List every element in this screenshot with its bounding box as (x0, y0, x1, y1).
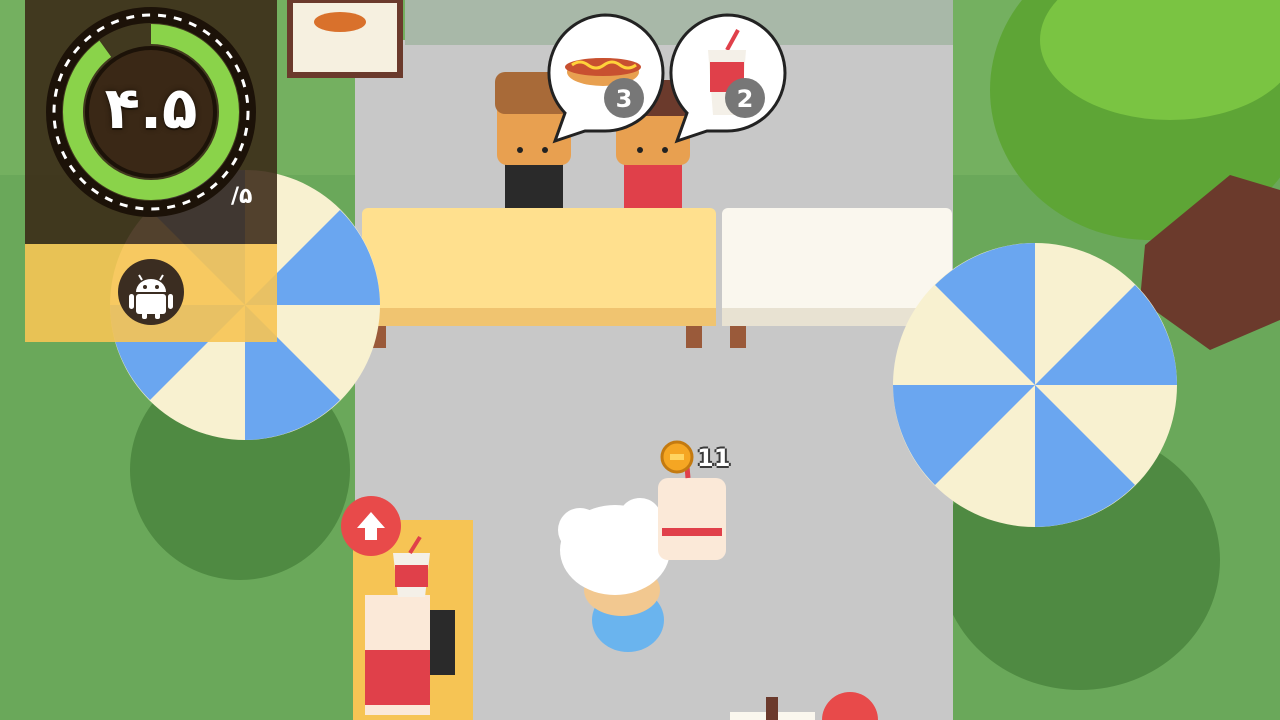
order-count: 3 (616, 85, 633, 113)
upgrade-button[interactable] (341, 496, 401, 556)
android-icon (129, 274, 173, 319)
coin-icon (660, 440, 694, 474)
coin-count: 11 (697, 444, 731, 472)
hotdog-sign (287, 0, 403, 78)
rating-value: ۴.۵ (104, 74, 198, 142)
order-count: 2 (737, 85, 754, 113)
rating-panel: ۴.۵ /۵ (25, 0, 277, 342)
umbrella-right (893, 243, 1177, 527)
rating-max: /۵ (231, 184, 253, 209)
android-button[interactable] (118, 259, 184, 325)
